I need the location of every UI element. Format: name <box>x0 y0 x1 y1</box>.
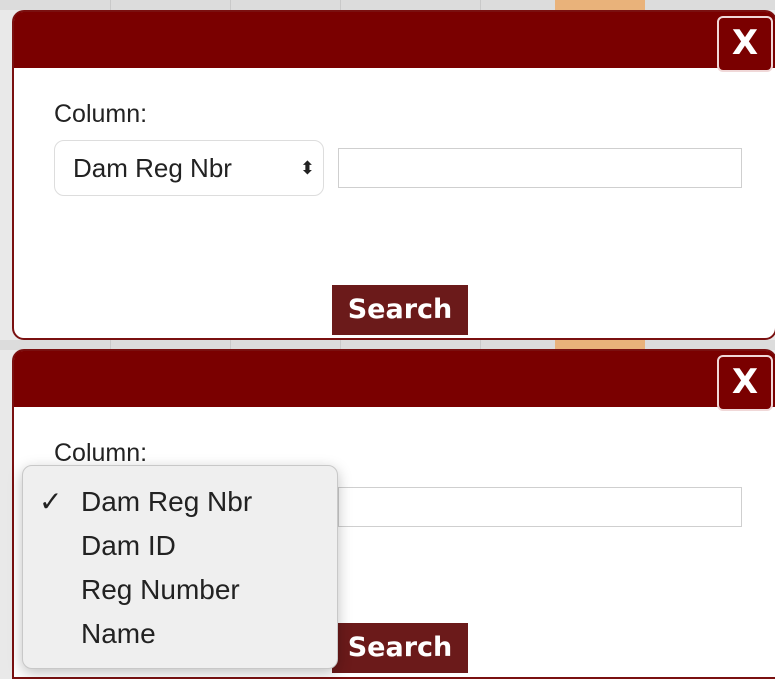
dropdown-option-label: Dam Reg Nbr <box>81 486 253 517</box>
table-background-strip <box>0 0 775 10</box>
column-select[interactable]: Dam Reg Nbr ⬍ <box>54 140 324 196</box>
dropdown-option[interactable]: Name <box>23 612 337 656</box>
select-arrows-icon: ⬍ <box>299 158 315 178</box>
dropdown-option-label: Dam ID <box>81 530 176 561</box>
column-label: Column: <box>54 439 148 467</box>
search-input[interactable] <box>338 148 742 188</box>
checkmark-icon: ✓ <box>39 486 63 517</box>
dialog-header: X <box>14 12 775 72</box>
column-dropdown-menu: ✓ Dam Reg Nbr Dam ID Reg Number Name <box>22 465 338 669</box>
search-input[interactable] <box>338 487 742 527</box>
dropdown-option[interactable]: ✓ Dam Reg Nbr <box>23 480 337 524</box>
column-select-value: Dam Reg Nbr <box>73 153 232 183</box>
search-button[interactable]: Search <box>332 285 468 335</box>
dialog-header: X <box>14 351 775 411</box>
search-button[interactable]: Search <box>332 623 468 673</box>
close-button[interactable]: X <box>717 355 773 411</box>
dropdown-option-label: Reg Number <box>81 574 240 605</box>
dropdown-option[interactable]: Reg Number <box>23 568 337 612</box>
dropdown-option-label: Name <box>81 618 156 649</box>
column-label: Column: <box>54 100 148 128</box>
close-button[interactable]: X <box>717 16 773 72</box>
dropdown-option[interactable]: Dam ID <box>23 524 337 568</box>
search-dialog: X Column: Dam Reg Nbr ⬍ Search <box>12 10 775 340</box>
